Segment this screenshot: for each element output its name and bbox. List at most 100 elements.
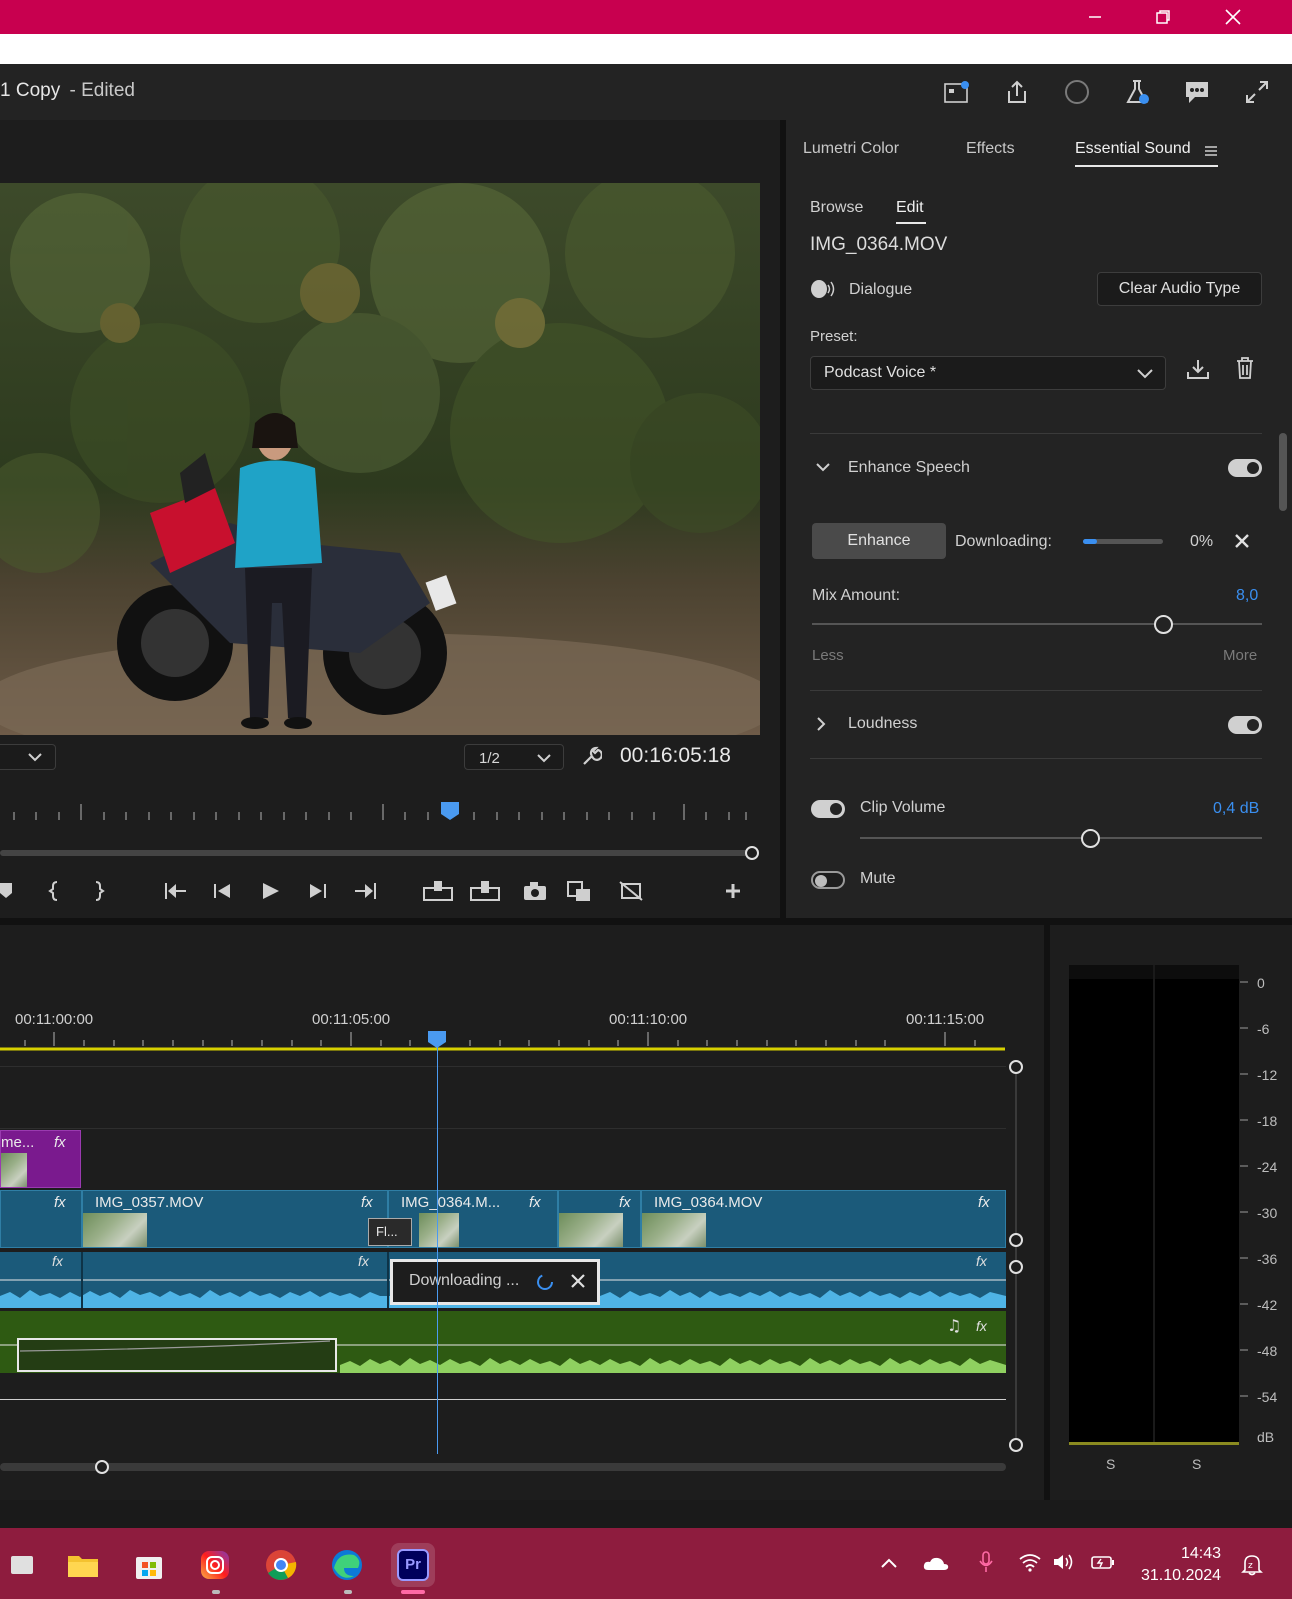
- mark-in-icon[interactable]: [48, 881, 58, 901]
- audio-track-a2[interactable]: ♫ fx: [0, 1311, 1006, 1373]
- mark-out-icon[interactable]: [95, 881, 105, 901]
- workspace-button[interactable]: [940, 76, 974, 108]
- insert-icon[interactable]: [423, 881, 453, 901]
- add-marker-icon[interactable]: [0, 883, 12, 898]
- track-divider: [0, 1066, 1006, 1067]
- clear-audio-type-button[interactable]: Clear Audio Type: [1097, 272, 1262, 306]
- notifications-icon[interactable]: z: [1240, 1552, 1264, 1576]
- tab-essential-sound[interactable]: Essential Sound: [1075, 140, 1191, 158]
- panel-scrollbar[interactable]: [1279, 433, 1287, 511]
- mix-amount-value[interactable]: 8,0: [1236, 587, 1258, 605]
- play-icon[interactable]: [263, 883, 279, 899]
- clip-volume-value[interactable]: 0,4 dB: [1213, 800, 1259, 818]
- scrollbar-handle[interactable]: [1009, 1260, 1023, 1274]
- preset-dropdown[interactable]: Podcast Voice *: [810, 356, 1166, 390]
- tab-lumetri-color[interactable]: Lumetri Color: [803, 140, 899, 158]
- delete-preset-icon[interactable]: [1235, 356, 1255, 380]
- microsoft-store-button[interactable]: [127, 1543, 171, 1587]
- battery-icon[interactable]: [1090, 1552, 1116, 1572]
- scrollbar-handle[interactable]: [1009, 1438, 1023, 1452]
- volume-icon[interactable]: [1052, 1552, 1076, 1572]
- track-divider: [0, 1399, 1006, 1400]
- settings-wrench-button[interactable]: [580, 746, 602, 768]
- cancel-download-icon[interactable]: [1234, 533, 1250, 549]
- wifi-icon[interactable]: [1018, 1552, 1042, 1572]
- transition-clip[interactable]: Fl...: [368, 1218, 412, 1246]
- restore-button[interactable]: [1143, 4, 1183, 30]
- download-progress-fill: [1083, 539, 1098, 544]
- monitor-time-ruler[interactable]: [0, 800, 770, 824]
- subtab-browse[interactable]: Browse: [810, 199, 863, 217]
- clip-volume-slider-handle[interactable]: [1081, 829, 1100, 848]
- solo-right-button[interactable]: S: [1192, 1456, 1201, 1472]
- monitor-zoom-scrollbar[interactable]: [0, 850, 750, 856]
- tab-effects[interactable]: Effects: [966, 140, 1015, 158]
- feedback-button[interactable]: [1180, 76, 1214, 108]
- proxy-toggle-icon[interactable]: [619, 881, 643, 901]
- loudness-toggle[interactable]: [1228, 716, 1262, 734]
- microphone-icon[interactable]: [978, 1550, 994, 1574]
- enhance-speech-header[interactable]: Enhance Speech: [848, 459, 970, 477]
- fullscreen-button[interactable]: [1240, 76, 1274, 108]
- chevron-right-icon[interactable]: [816, 716, 828, 732]
- solo-left-button[interactable]: S: [1106, 1456, 1115, 1472]
- step-back-icon[interactable]: [214, 884, 230, 898]
- mix-amount-slider-track[interactable]: [812, 623, 1262, 625]
- enhance-speech-toggle[interactable]: [1228, 459, 1262, 477]
- enhance-button[interactable]: Enhance: [812, 523, 946, 559]
- premiere-pro-button[interactable]: Pr: [391, 1543, 435, 1587]
- meter-scale-label: -30: [1257, 1205, 1278, 1221]
- save-preset-icon[interactable]: [1186, 358, 1210, 380]
- file-explorer-button[interactable]: [61, 1543, 105, 1587]
- mix-amount-slider-handle[interactable]: [1154, 615, 1173, 634]
- resolution-dropdown[interactable]: 1/2: [464, 744, 564, 770]
- subtab-edit[interactable]: Edit: [896, 199, 924, 217]
- clip-volume-toggle[interactable]: [811, 800, 845, 818]
- scrollbar-handle[interactable]: [95, 1460, 109, 1474]
- close-icon[interactable]: [571, 1274, 585, 1288]
- close-window-button[interactable]: [1213, 4, 1253, 30]
- timeline-playhead-line[interactable]: [437, 1046, 438, 1454]
- overwrite-icon[interactable]: [470, 881, 500, 901]
- scrollbar-handle[interactable]: [1009, 1060, 1023, 1074]
- chevron-down-icon[interactable]: [815, 462, 831, 474]
- chrome-button[interactable]: [259, 1543, 303, 1587]
- show-hidden-icons-icon[interactable]: [880, 1556, 898, 1570]
- add-button-icon[interactable]: [726, 884, 740, 898]
- mute-toggle[interactable]: [811, 871, 845, 889]
- edge-button[interactable]: [325, 1543, 369, 1587]
- taskview-button[interactable]: [0, 1543, 44, 1587]
- onedrive-icon[interactable]: [922, 1554, 950, 1572]
- timeline-horizontal-scrollbar[interactable]: [0, 1463, 1006, 1471]
- video-clip[interactable]: fx: [558, 1190, 641, 1248]
- active-indicator: [401, 1590, 425, 1594]
- go-to-in-icon[interactable]: [165, 883, 186, 899]
- loudness-header[interactable]: Loudness: [848, 715, 917, 733]
- monitor-playhead[interactable]: [441, 802, 459, 820]
- instagram-button[interactable]: [193, 1543, 237, 1587]
- video-clip[interactable]: IMG_0364.MOV fx: [641, 1190, 1006, 1248]
- program-video-frame[interactable]: [0, 183, 760, 735]
- clip-volume-slider-track[interactable]: [860, 837, 1262, 839]
- clip-thumbnail: [642, 1213, 706, 1247]
- video-clip[interactable]: IMG_0364.M... fx: [388, 1190, 558, 1248]
- beta-button[interactable]: [1120, 76, 1154, 108]
- taskbar-clock[interactable]: 14:43 31.10.2024: [1141, 1543, 1221, 1587]
- video-clip[interactable]: fx: [0, 1190, 82, 1248]
- compare-view-icon[interactable]: [567, 881, 590, 901]
- share-button[interactable]: [1000, 76, 1034, 108]
- scrollbar-handle[interactable]: [745, 846, 759, 860]
- panel-menu-icon[interactable]: [1204, 144, 1218, 158]
- timeline-vertical-scrollbar[interactable]: [1015, 1066, 1017, 1446]
- video-clip[interactable]: me... fx: [0, 1130, 81, 1188]
- progress-button[interactable]: [1060, 76, 1094, 108]
- scrollbar-handle[interactable]: [1009, 1233, 1023, 1247]
- selected-audio-clip[interactable]: [17, 1338, 337, 1372]
- zoom-level-dropdown[interactable]: [0, 744, 56, 770]
- minimize-button[interactable]: [1075, 4, 1115, 30]
- camera-icon[interactable]: [524, 882, 546, 900]
- video-clip[interactable]: IMG_0357.MOV fx: [82, 1190, 388, 1248]
- step-forward-icon[interactable]: [310, 884, 326, 898]
- timeline-ruler[interactable]: [0, 1030, 1010, 1052]
- go-to-out-icon[interactable]: [355, 883, 376, 899]
